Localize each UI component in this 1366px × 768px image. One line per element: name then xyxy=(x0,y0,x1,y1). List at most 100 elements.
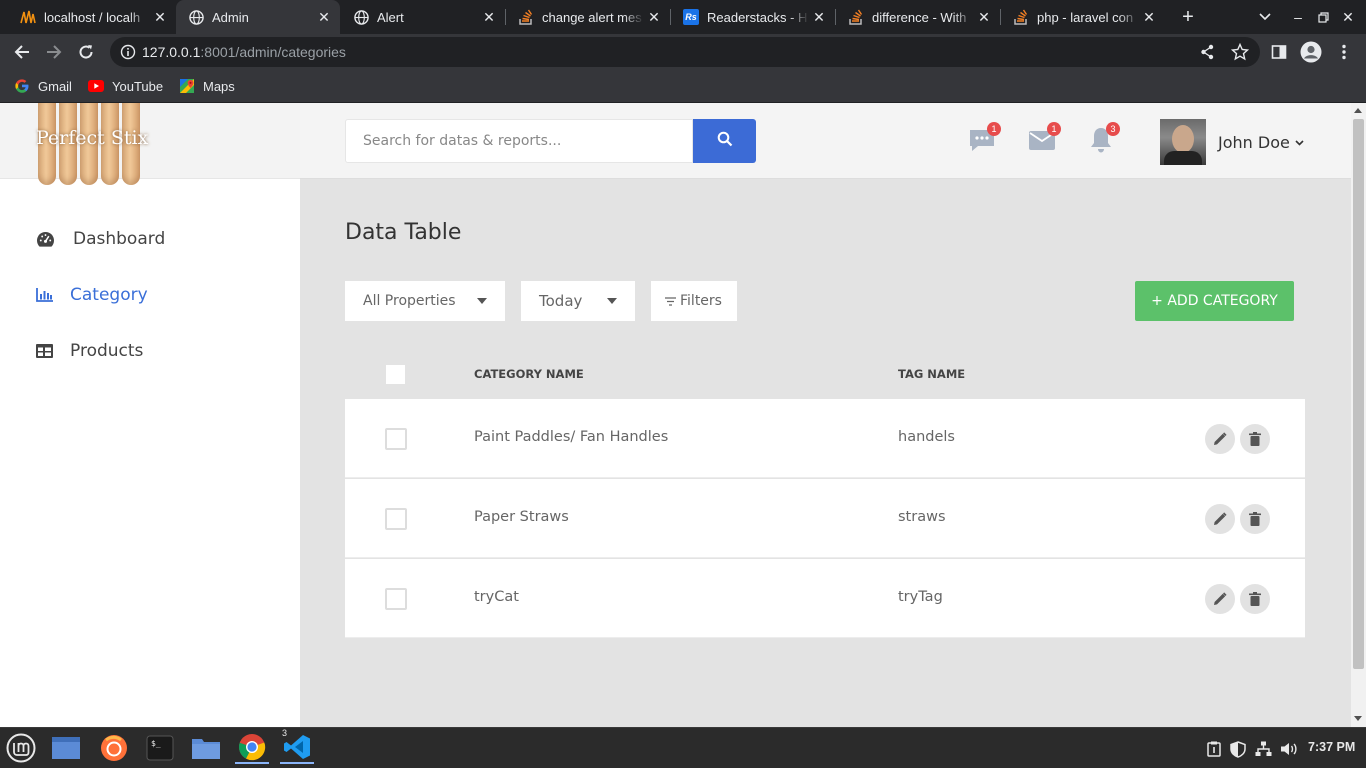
notifications-button[interactable]: 3 xyxy=(1086,122,1120,157)
scroll-up-arrow-icon[interactable] xyxy=(1354,108,1362,113)
table-icon xyxy=(34,341,54,361)
clock[interactable]: 7:37 PM xyxy=(1308,740,1355,754)
add-category-button[interactable]: + ADD CATEGORY xyxy=(1135,281,1294,321)
address-bar[interactable]: 127.0.0.1:8001/admin/categories xyxy=(110,37,1260,67)
trash-icon xyxy=(1249,512,1261,526)
close-icon[interactable]: ✕ xyxy=(809,7,829,27)
os-taskbar: $_ 3 7:37 PM xyxy=(0,727,1366,768)
forward-icon[interactable] xyxy=(42,40,66,64)
tab-admin[interactable]: Admin ✕ xyxy=(176,0,340,34)
sidebar-item-dashboard[interactable]: Dashboard xyxy=(35,229,165,249)
tab-stackoverflow-2[interactable]: difference - With ✕ xyxy=(836,0,1000,34)
row-checkbox[interactable] xyxy=(385,588,407,610)
page-title: Data Table xyxy=(345,220,462,245)
chrome-icon[interactable] xyxy=(235,732,269,764)
side-panel-icon[interactable] xyxy=(1267,40,1291,64)
logo-text: Perfect Stix xyxy=(36,127,149,149)
minimize-icon[interactable]: – xyxy=(1288,6,1308,28)
notifications-badge: 3 xyxy=(1106,122,1120,136)
category-name-cell: tryCat xyxy=(474,589,519,605)
files-icon[interactable] xyxy=(189,732,223,764)
edit-button[interactable] xyxy=(1205,504,1235,534)
shield-icon[interactable] xyxy=(1229,740,1247,758)
tab-title: localhost / localh xyxy=(44,9,141,25)
close-icon[interactable]: ✕ xyxy=(644,7,664,27)
sidebar-item-label: Products xyxy=(70,341,144,361)
close-icon[interactable]: ✕ xyxy=(1139,7,1159,27)
info-icon[interactable] xyxy=(120,44,136,64)
select-all-checkbox[interactable] xyxy=(386,365,405,384)
svg-text:$_: $_ xyxy=(151,739,161,748)
tab-phpmyadmin[interactable]: localhost / localh ✕ xyxy=(8,0,176,34)
page-scrollbar[interactable] xyxy=(1351,103,1366,727)
bookmark-star-icon[interactable] xyxy=(1230,42,1250,65)
window-close-icon[interactable]: ✕ xyxy=(1338,6,1358,28)
back-icon[interactable] xyxy=(10,40,34,64)
category-name-cell: Paint Paddles/ Fan Handles xyxy=(474,429,669,445)
delete-button[interactable] xyxy=(1240,504,1270,534)
scroll-down-arrow-icon[interactable] xyxy=(1354,716,1362,721)
close-icon[interactable]: ✕ xyxy=(479,7,499,27)
table-row: Paint Paddles/ Fan Handles handels xyxy=(345,399,1305,478)
globe-icon xyxy=(188,9,204,25)
delete-button[interactable] xyxy=(1240,424,1270,454)
youtube-icon xyxy=(88,78,104,94)
property-dropdown[interactable]: All Properties xyxy=(345,281,505,321)
firefox-icon[interactable] xyxy=(97,732,131,764)
bookmarks-bar: Gmail YouTube Maps xyxy=(0,70,1366,103)
scrollbar-thumb[interactable] xyxy=(1353,119,1364,669)
sidebar: Perfect Stix Dashboard Category Products xyxy=(0,103,300,727)
bookmark-label: Maps xyxy=(203,78,235,94)
close-icon[interactable]: ✕ xyxy=(314,7,334,27)
search-input[interactable]: Search for datas & reports... xyxy=(345,119,693,163)
user-menu[interactable]: John Doe xyxy=(1218,133,1304,152)
filters-button[interactable]: Filters xyxy=(651,281,737,321)
reload-icon[interactable] xyxy=(74,40,98,64)
vscode-icon[interactable]: 3 xyxy=(280,728,314,764)
tag-name-cell: tryTag xyxy=(898,589,943,605)
close-icon[interactable]: ✕ xyxy=(974,7,994,27)
share-icon[interactable] xyxy=(1200,44,1215,64)
tab-readerstacks[interactable]: Rs Readerstacks - H ✕ xyxy=(671,0,835,34)
sidebar-item-products[interactable]: Products xyxy=(34,341,143,361)
bookmark-gmail[interactable]: Gmail xyxy=(14,76,72,96)
search-button[interactable] xyxy=(693,119,756,163)
close-icon[interactable]: ✕ xyxy=(150,7,170,27)
delete-button[interactable] xyxy=(1240,584,1270,614)
new-tab-button[interactable]: + xyxy=(1176,5,1200,29)
tab-search-icon[interactable] xyxy=(1254,6,1276,28)
tab-title: Readerstacks - H xyxy=(707,9,808,25)
maximize-icon[interactable] xyxy=(1313,6,1333,28)
mail-button[interactable]: 1 xyxy=(1027,122,1061,157)
period-dropdown[interactable]: Today xyxy=(521,281,635,321)
tab-alert[interactable]: Alert ✕ xyxy=(341,0,505,34)
terminal-icon[interactable]: $_ xyxy=(143,732,177,764)
show-desktop-icon[interactable] xyxy=(49,732,83,764)
tab-title: php - laravel con xyxy=(1037,9,1134,25)
pencil-icon xyxy=(1213,592,1227,606)
edit-button[interactable] xyxy=(1205,584,1235,614)
logo[interactable]: Perfect Stix xyxy=(0,103,300,185)
tab-stackoverflow-3[interactable]: php - laravel con ✕ xyxy=(1001,0,1165,34)
menu-icon[interactable] xyxy=(1332,40,1356,64)
profile-icon[interactable] xyxy=(1299,40,1323,64)
messages-button[interactable]: 1 xyxy=(967,122,1001,157)
row-checkbox[interactable] xyxy=(385,428,407,450)
column-header-tag: TAG NAME xyxy=(898,367,966,381)
avatar[interactable] xyxy=(1160,119,1206,165)
column-header-category: CATEGORY NAME xyxy=(474,367,584,381)
volume-icon[interactable] xyxy=(1280,740,1298,758)
browser-toolbar: 127.0.0.1:8001/admin/categories xyxy=(0,34,1366,70)
sidebar-item-category[interactable]: Category xyxy=(34,285,148,305)
edit-button[interactable] xyxy=(1205,424,1235,454)
bookmark-youtube[interactable]: YouTube xyxy=(88,76,163,96)
bookmark-maps[interactable]: Maps xyxy=(179,76,235,96)
filters-label: Filters xyxy=(680,293,722,309)
url-host: 127.0.0.1 xyxy=(142,44,201,60)
mint-menu-icon[interactable] xyxy=(4,732,38,764)
row-checkbox[interactable] xyxy=(385,508,407,530)
tab-stackoverflow-1[interactable]: change alert mes ✕ xyxy=(506,0,670,34)
period-dropdown-value: Today xyxy=(539,292,583,310)
clipboard-icon[interactable] xyxy=(1205,740,1223,758)
network-icon[interactable] xyxy=(1254,740,1272,758)
